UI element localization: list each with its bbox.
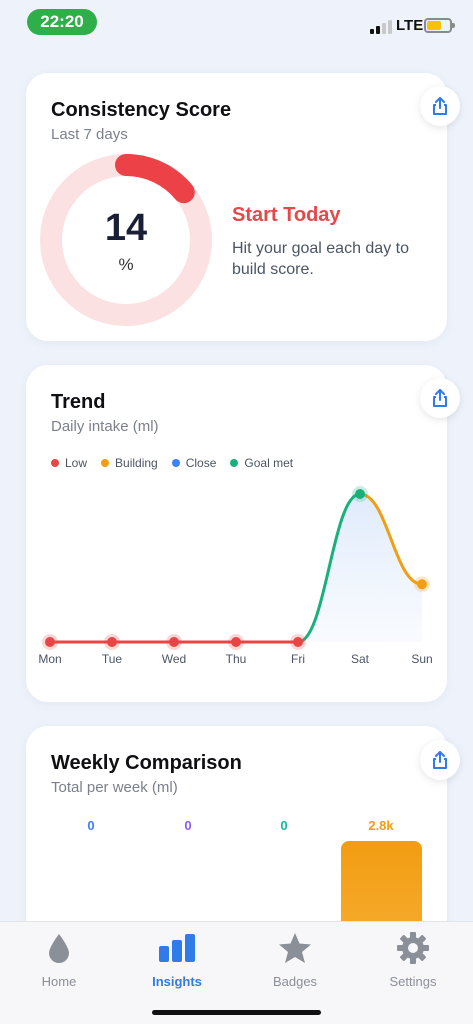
x-tick-label: Wed: [162, 652, 186, 666]
tab-badges[interactable]: Badges: [236, 922, 354, 992]
tab-label: Insights: [152, 974, 202, 989]
trend-point: [107, 637, 117, 647]
bar-value-label: 0: [184, 818, 192, 833]
trend-card: Trend Daily intake (ml) Low Building Clo…: [26, 365, 460, 702]
x-tick-label: Tue: [102, 652, 123, 666]
tab-bar: Home Insights Badges Settings: [0, 921, 473, 1024]
signal-icon: [370, 20, 392, 34]
bar-value-label: 2.8k: [368, 818, 394, 833]
consistency-card: Consistency Score Last 7 days 14 % Start…: [26, 73, 460, 341]
trend-point: [355, 489, 365, 499]
trend-chart: Mon Tue Wed Thu Fri Sat Sun: [38, 486, 433, 666]
score-unit: %: [118, 255, 134, 274]
score-headline: Start Today: [232, 204, 341, 226]
bar-chart-icon: [159, 934, 195, 962]
share-button[interactable]: [420, 740, 460, 780]
tab-home[interactable]: Home: [0, 922, 118, 992]
x-tick-label: Sat: [351, 652, 370, 666]
trend-point: [45, 637, 55, 647]
network-label: LTE: [396, 17, 424, 34]
gear-icon: [397, 932, 429, 964]
card-title: Consistency Score: [51, 99, 232, 121]
tab-settings[interactable]: Settings: [354, 922, 472, 992]
x-tick-label: Fri: [291, 652, 305, 666]
card-subtitle: Total per week (ml): [51, 779, 178, 796]
tab-label: Settings: [389, 974, 437, 989]
score-value: 14: [104, 207, 148, 249]
status-time: 22:20: [27, 9, 97, 35]
trend-point: [169, 637, 179, 647]
battery-icon: [424, 18, 455, 33]
droplet-icon: [49, 934, 69, 963]
share-icon: [433, 97, 447, 115]
card-subtitle: Last 7 days: [51, 126, 128, 143]
tab-label: Badges: [272, 974, 318, 989]
star-icon: [279, 933, 311, 963]
bar-value-label: 0: [280, 818, 288, 833]
x-tick-label: Thu: [226, 652, 247, 666]
bar-value-label: 0: [87, 818, 95, 833]
trend-point: [231, 637, 241, 647]
trend-point: [293, 637, 303, 647]
x-tick-label: Sun: [411, 652, 432, 666]
score-description: Hit your goal each day to build score.: [232, 240, 409, 278]
trend-point: [417, 579, 427, 590]
share-icon: [433, 751, 447, 769]
tab-insights[interactable]: Insights: [118, 922, 236, 992]
home-indicator: [152, 1010, 321, 1015]
tab-label: Home: [41, 974, 77, 989]
card-title: Weekly Comparison: [51, 752, 242, 774]
x-tick-label: Mon: [38, 652, 61, 666]
status-bar: 22:20 LTE: [0, 0, 473, 50]
share-button[interactable]: [420, 86, 460, 126]
